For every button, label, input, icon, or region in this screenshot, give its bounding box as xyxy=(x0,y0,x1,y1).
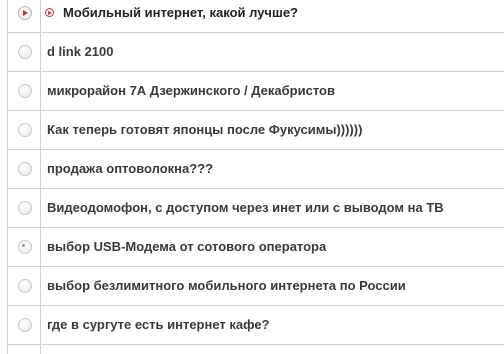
topic-title-link[interactable]: продажа оптоволокна??? xyxy=(47,161,213,176)
topic-title-link[interactable]: микрорайон 7А Дзержинского / Декабристов xyxy=(47,83,335,98)
topic-status-icon xyxy=(18,201,32,215)
topic-status-icon xyxy=(18,279,32,293)
topic-status-icon xyxy=(18,162,32,176)
topic-title-link[interactable]: Мобильный интернет, какой лучше? xyxy=(63,5,298,20)
topic-list: Мобильный интернет, какой лучше? d link … xyxy=(0,0,504,354)
topic-row[interactable]: выбор безлимитного мобильного интернета … xyxy=(7,267,504,306)
new-post-arrow-icon[interactable] xyxy=(45,8,54,17)
topic-row[interactable]: Как теперь готовят японцы после Фукусимы… xyxy=(7,111,504,150)
topic-title-link[interactable]: где в сургуте есть интернет кафе? xyxy=(47,317,270,332)
topic-row[interactable]: d link 2100 xyxy=(7,33,504,72)
topic-row[interactable]: микрорайон 7А Дзержинского / Декабристов xyxy=(7,72,504,111)
topic-title-link[interactable]: d link 2100 xyxy=(47,44,113,59)
topic-status-icon xyxy=(18,45,32,59)
topic-status-icon xyxy=(18,318,32,332)
topic-row[interactable]: Видеодомофон, с доступом через инет или … xyxy=(7,189,504,228)
topic-title-link[interactable]: Видеодомофон, с доступом через инет или … xyxy=(47,200,444,215)
topic-row[interactable]: продажа оптоволокна??? xyxy=(7,150,504,189)
topic-title-link[interactable]: выбор безлимитного мобильного интернета … xyxy=(47,278,406,293)
topic-title-link[interactable]: выбор USB-Модема от сотового оператора xyxy=(47,239,326,254)
topic-status-icon xyxy=(18,84,32,98)
topic-row[interactable]: где в сургуте есть интернет кафе? xyxy=(7,306,504,345)
topic-row[interactable]: выбор USB-Модема от сотового оператора xyxy=(7,228,504,267)
topic-row[interactable]: Мобильный интернет, какой лучше? xyxy=(7,0,504,33)
topic-status-icon-participated xyxy=(18,240,32,254)
topic-status-icon xyxy=(18,123,32,137)
topic-status-icon-new xyxy=(18,6,32,20)
topic-title-link[interactable]: Как теперь готовят японцы после Фукусимы… xyxy=(47,122,362,137)
